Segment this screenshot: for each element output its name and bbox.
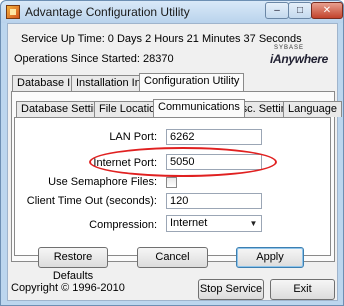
sybase-logo-text: SYBASE: [274, 45, 305, 51]
stop-service-button[interactable]: Stop Service: [198, 279, 264, 300]
ianywhere-logo: iAnywhere: [270, 52, 328, 66]
compression-value: Internet: [170, 217, 208, 229]
timeout-input[interactable]: 120: [166, 193, 262, 209]
minimize-button[interactable]: –: [265, 2, 289, 19]
lan-port-input[interactable]: 6262: [166, 129, 262, 145]
copyright-text: Copyright © 1996-2010: [11, 282, 125, 294]
operations-count-text: Operations Since Started: 28370: [14, 53, 174, 65]
semaphore-label: Use Semaphore Files:: [48, 176, 157, 188]
internet-port-label: Internet Port:: [93, 157, 157, 169]
app-icon: [6, 5, 20, 19]
maximize-button[interactable]: □: [288, 2, 312, 19]
tab-language[interactable]: Language: [283, 101, 342, 117]
close-button[interactable]: ✕: [311, 2, 343, 19]
lan-port-label: LAN Port:: [109, 131, 157, 143]
tab-configuration-utility[interactable]: Configuration Utility: [139, 73, 245, 91]
apply-button[interactable]: Apply: [236, 247, 304, 268]
compression-select[interactable]: Internet ▼: [166, 215, 262, 232]
internet-port-input[interactable]: 5050: [166, 154, 262, 170]
restore-defaults-button[interactable]: Restore Defaults: [38, 247, 108, 282]
exit-button[interactable]: Exit: [270, 279, 335, 300]
chevron-down-icon[interactable]: ▼: [246, 216, 261, 231]
title-bar[interactable]: Advantage Configuration Utility – □ ✕: [1, 1, 343, 23]
service-uptime-text: Service Up Time: 0 Days 2 Hours 21 Minut…: [21, 33, 302, 45]
window-title: Advantage Configuration Utility: [25, 5, 190, 19]
compression-label: Compression:: [89, 219, 157, 231]
tab-communications[interactable]: Communications: [153, 99, 245, 117]
timeout-label: Client Time Out (seconds):: [26, 195, 157, 207]
cancel-button[interactable]: Cancel: [137, 247, 208, 268]
app-window: Advantage Configuration Utility – □ ✕ Se…: [0, 0, 344, 306]
client-area: Service Up Time: 0 Days 2 Hours 21 Minut…: [7, 23, 342, 301]
semaphore-checkbox[interactable]: [166, 177, 177, 188]
